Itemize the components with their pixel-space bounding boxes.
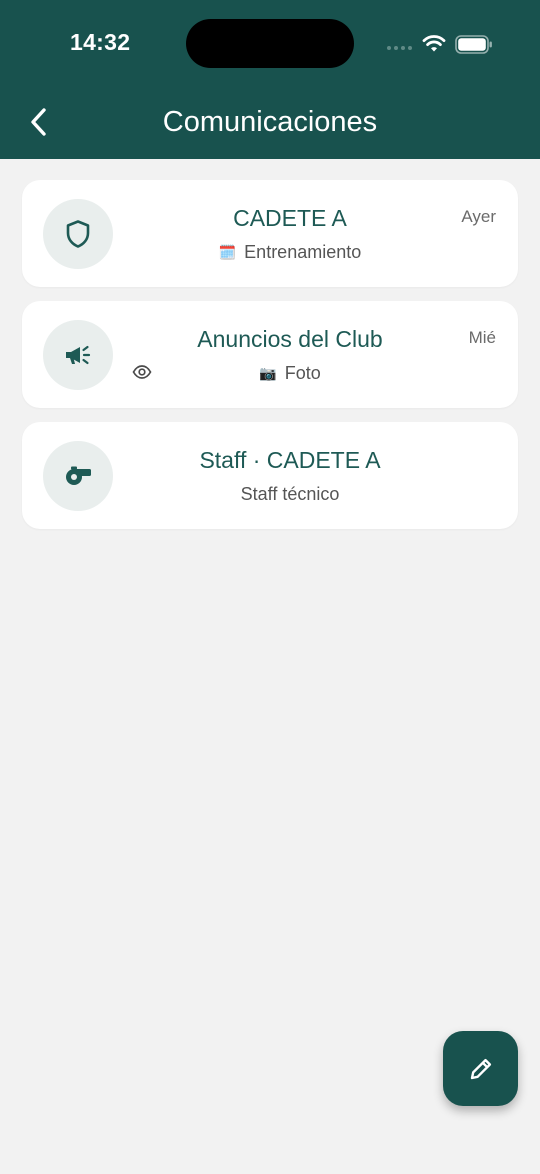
conversation-avatar: [43, 320, 113, 390]
last-message-text: Foto: [284, 363, 321, 383]
cellular-signal-icon: [387, 46, 412, 50]
app-header: 14:32 Comunicaciones: [0, 0, 540, 159]
compose-button[interactable]: [443, 1031, 518, 1106]
conversation-list: CADETE A 🗓️ Entrenamiento Ayer Anuncios …: [22, 180, 518, 543]
shield-icon: [66, 220, 90, 248]
conversation-date: Mié: [468, 328, 496, 347]
conversation-item-staff[interactable]: Staff · CADETE A Staff técnico: [22, 422, 518, 529]
conversation-date: Ayer: [461, 207, 496, 226]
conversation-avatar: [43, 199, 113, 269]
whistle-icon: [66, 466, 91, 485]
screen: 14:32 Comunicaciones CADETE A 🗓️ Entrena…: [0, 0, 540, 1174]
conversation-avatar: [43, 441, 113, 511]
status-time: 14:32: [70, 29, 131, 55]
conversation-last-message: 📷 Foto: [132, 362, 448, 384]
camera-emoji: 📷: [259, 365, 277, 381]
last-message-text: Staff técnico: [240, 484, 340, 504]
megaphone-icon: [66, 345, 91, 365]
pencil-icon: [470, 1058, 491, 1079]
conversation-item-cadete-a[interactable]: CADETE A 🗓️ Entrenamiento Ayer: [22, 180, 518, 287]
calendar-emoji: 🗓️: [218, 244, 237, 260]
conversation-title: Anuncios del Club: [197, 326, 383, 352]
conversation-title: Staff · CADETE A: [199, 447, 381, 473]
conversation-item-anuncios[interactable]: Anuncios del Club 📷 Foto Mié: [22, 301, 518, 408]
conversation-title: CADETE A: [233, 205, 347, 231]
dynamic-island: [186, 19, 354, 68]
conversation-last-message: 🗓️ Entrenamiento: [132, 241, 448, 263]
page-title: Comunicaciones: [162, 106, 378, 138]
wifi-icon: [422, 35, 446, 52]
last-message-text: Entrenamiento: [244, 242, 362, 262]
conversation-last-message: Staff técnico: [132, 483, 448, 505]
battery-icon: [455, 35, 492, 54]
